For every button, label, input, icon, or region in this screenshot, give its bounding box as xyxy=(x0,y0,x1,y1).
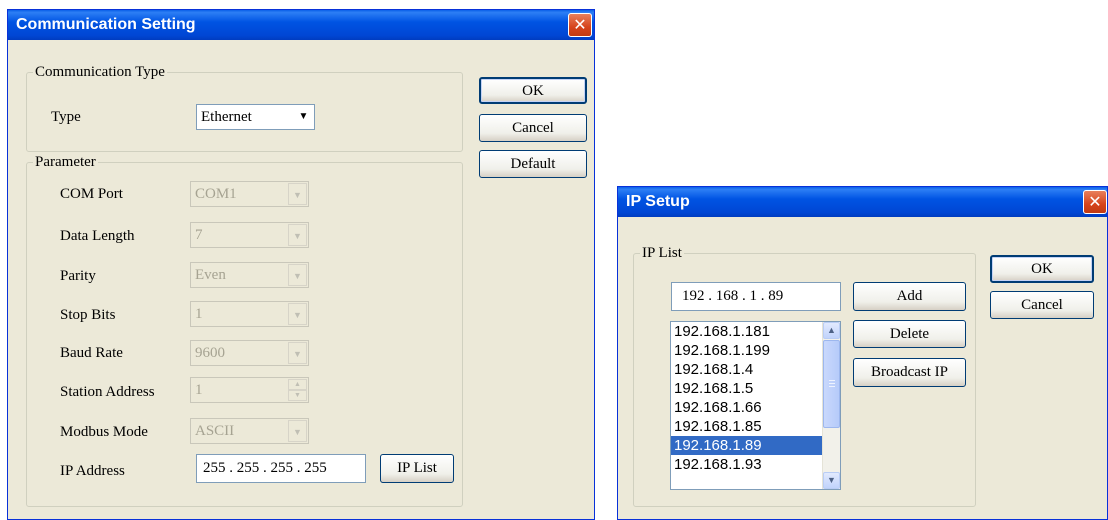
ip-list-items: 192.168.1.181 192.168.1.199 192.168.1.4 192… xyxy=(671,322,840,474)
list-item[interactable]: 192.168.1.93 xyxy=(671,455,824,474)
default-button[interactable]: Default xyxy=(479,150,587,178)
scroll-thumb[interactable] xyxy=(823,340,840,428)
chevron-down-icon[interactable]: ▼ xyxy=(288,303,307,325)
close-icon[interactable]: ✕ xyxy=(568,13,592,37)
spin-up-icon[interactable]: ▲ xyxy=(288,379,307,390)
chevron-down-icon[interactable]: ▼ xyxy=(294,106,313,128)
scrollbar[interactable]: ▲ ▼ xyxy=(822,322,840,489)
com-port-value: COM1 xyxy=(195,186,237,202)
parity-label: Parity xyxy=(60,268,96,284)
ip-address-label: IP Address xyxy=(60,463,125,479)
modbus-mode-label: Modbus Mode xyxy=(60,424,148,440)
type-value: Ethernet xyxy=(201,109,252,125)
stop-bits-label: Stop Bits xyxy=(60,307,116,323)
data-length-value: 7 xyxy=(195,227,203,243)
com-port-label: COM Port xyxy=(60,186,123,202)
ip-address-field[interactable]: 255 . 255 . 255 . 255 xyxy=(196,454,366,483)
ok-button[interactable]: OK xyxy=(479,77,587,104)
station-address-label: Station Address xyxy=(60,384,155,400)
parity-value: Even xyxy=(195,267,226,283)
station-address-value: 1 xyxy=(195,382,203,398)
delete-button[interactable]: Delete xyxy=(853,320,966,348)
add-button[interactable]: Add xyxy=(853,282,966,311)
broadcast-ip-button[interactable]: Broadcast IP xyxy=(853,358,966,387)
scroll-down-icon[interactable]: ▼ xyxy=(823,472,840,489)
close-icon[interactable]: ✕ xyxy=(1083,190,1107,214)
dialog-title: Communication Setting xyxy=(16,16,196,33)
group-legend: Parameter xyxy=(33,153,98,171)
list-item[interactable]: 192.168.1.66 xyxy=(671,398,824,417)
baud-rate-select[interactable]: 9600 ▼ xyxy=(190,340,309,366)
station-address-spinner[interactable]: 1 ▲ ▼ xyxy=(190,377,309,403)
list-item[interactable]: 192.168.1.181 xyxy=(671,322,824,341)
modbus-mode-value: ASCII xyxy=(195,423,235,439)
ok-button[interactable]: OK xyxy=(990,255,1094,283)
list-item[interactable]: 192.168.1.4 xyxy=(671,360,824,379)
chevron-down-icon[interactable]: ▼ xyxy=(288,420,307,442)
group-legend: Communication Type xyxy=(33,63,167,81)
baud-rate-value: 9600 xyxy=(195,345,225,361)
modbus-mode-select[interactable]: ASCII ▼ xyxy=(190,418,309,444)
type-label: Type xyxy=(51,109,81,125)
spin-down-icon[interactable]: ▼ xyxy=(288,390,307,401)
scroll-up-icon[interactable]: ▲ xyxy=(823,322,840,339)
cancel-button[interactable]: Cancel xyxy=(479,114,587,142)
ip-list-button[interactable]: IP List xyxy=(380,454,454,483)
ip-list[interactable]: 192.168.1.181 192.168.1.199 192.168.1.4 192… xyxy=(670,321,841,490)
group-legend: IP List xyxy=(640,244,684,262)
list-item[interactable]: 192.168.1.5 xyxy=(671,379,824,398)
ip-setup-dialog: IP Setup ✕ IP List 192 . 168 . 1 . 89 19… xyxy=(617,186,1108,520)
list-item[interactable]: 192.168.1.85 xyxy=(671,417,824,436)
title-bar[interactable]: IP Setup xyxy=(618,187,1107,217)
stop-bits-select[interactable]: 1 ▼ xyxy=(190,301,309,327)
dialog-title: IP Setup xyxy=(626,193,690,210)
chevron-down-icon[interactable]: ▼ xyxy=(288,342,307,364)
stop-bits-value: 1 xyxy=(195,306,203,322)
data-length-label: Data Length xyxy=(60,228,135,244)
baud-rate-label: Baud Rate xyxy=(60,345,123,361)
chevron-down-icon[interactable]: ▼ xyxy=(288,264,307,286)
list-item[interactable]: 192.168.1.89 xyxy=(671,436,824,455)
list-item[interactable]: 192.168.1.199 xyxy=(671,341,824,360)
communication-setting-dialog: Communication Setting ✕ Communication Ty… xyxy=(7,9,595,520)
chevron-down-icon[interactable]: ▼ xyxy=(288,224,307,246)
title-bar[interactable]: Communication Setting xyxy=(8,10,594,40)
cancel-button[interactable]: Cancel xyxy=(990,291,1094,319)
type-select[interactable]: Ethernet ▼ xyxy=(196,104,315,130)
data-length-select[interactable]: 7 ▼ xyxy=(190,222,309,248)
com-port-select[interactable]: COM1 ▼ xyxy=(190,181,309,207)
ip-input-field[interactable]: 192 . 168 . 1 . 89 xyxy=(671,282,841,311)
parity-select[interactable]: Even ▼ xyxy=(190,262,309,288)
chevron-down-icon[interactable]: ▼ xyxy=(288,183,307,205)
